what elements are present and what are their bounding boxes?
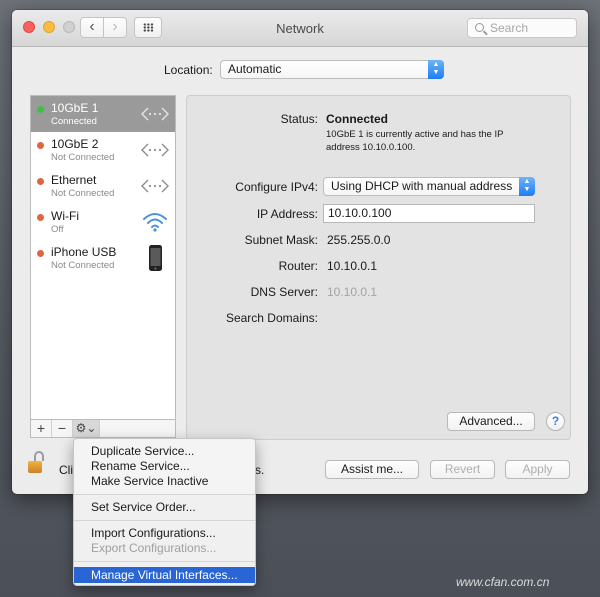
ethernet-arrows-icon [141,179,169,193]
menu-separator [74,494,255,495]
status-dot-not-connected [37,250,44,257]
revert-button[interactable]: Revert [430,460,495,479]
service-name: 10GbE 2 [51,137,99,151]
service-list[interactable]: 10GbE 1 Connected 10GbE 2 Not Connected … [30,95,176,420]
location-label: Location: [164,63,213,77]
title-bar: ‹ › Network Search [12,10,588,47]
ethernet-arrows-icon [141,107,169,121]
service-name: 10GbE 1 [51,101,99,115]
status-dot-off [37,214,44,221]
menu-item-set-service-order[interactable]: Set Service Order... [74,499,255,515]
service-name: iPhone USB [51,245,117,259]
ip-address-label: IP Address: [256,207,318,221]
status-dot-not-connected [37,178,44,185]
dns-server-value: 10.10.0.1 [327,285,378,299]
menu-item-rename-service[interactable]: Rename Service... [74,458,255,474]
status-value: Connected [326,112,389,126]
menu-item-make-service-inactive[interactable]: Make Service Inactive [74,473,255,489]
service-item-10gbe-1[interactable]: 10GbE 1 Connected [31,96,175,132]
service-item-10gbe-2[interactable]: 10GbE 2 Not Connected [31,132,175,168]
popup-arrows-icon: ▲ ▼ [428,60,444,79]
assist-me-button[interactable]: Assist me... [325,460,419,479]
menu-item-import-configurations[interactable]: Import Configurations... [74,525,255,541]
menu-item-duplicate-service[interactable]: Duplicate Service... [74,443,255,459]
service-status: Not Connected [51,188,115,199]
help-button[interactable]: ? [546,412,565,431]
gear-action-menu: Duplicate Service... Rename Service... M… [73,438,256,586]
remove-service-button[interactable]: − [52,420,73,437]
service-item-wifi[interactable]: Wi-Fi Off [31,204,175,240]
location-popup[interactable]: Automatic ▲ ▼ [220,60,444,79]
add-service-button[interactable]: + [31,420,52,437]
advanced-button[interactable]: Advanced... [447,412,535,431]
configure-ipv4-popup[interactable]: Using DHCP with manual address ▲ ▼ [323,177,535,196]
service-name: Wi-Fi [51,209,79,223]
configure-ipv4-label: Configure IPv4: [235,180,318,194]
lock-text: Cli [59,463,73,477]
service-status: Connected [51,116,97,127]
menu-item-manage-virtual-interfaces[interactable]: Manage Virtual Interfaces... [74,567,255,583]
router-label: Router: [278,259,318,273]
status-dot-connected [37,106,44,113]
service-status: Not Connected [51,260,115,271]
status-dot-not-connected [37,142,44,149]
dns-server-label: DNS Server: [250,285,318,299]
iphone-icon [149,245,162,271]
status-description-line-2: address 10.10.0.100. [326,141,416,153]
service-list-controls: + − ⚙⌄ [30,420,176,438]
search-icon [475,23,484,32]
service-status: Off [51,224,64,235]
apply-button[interactable]: Apply [505,460,570,479]
wifi-icon [143,213,167,232]
service-name: Ethernet [51,173,97,187]
status-label: Status: [280,112,318,126]
gear-menu-button[interactable]: ⚙⌄ [73,420,100,437]
status-description: 10GbE 1 is currently active and has the … [326,129,546,154]
gear-icon: ⚙⌄ [75,421,97,435]
location-value: Automatic [228,62,282,76]
subnet-mask-value: 255.255.0.0 [327,233,391,247]
search-field[interactable]: Search [467,18,577,38]
status-description-line-1: 10GbE 1 is currently active and has the … [326,129,504,140]
router-value: 10.10.0.1 [327,259,378,273]
network-preferences-window: ‹ › Network Search Location: Automatic ▲… [12,10,588,494]
search-domains-label: Search Domains: [225,311,318,325]
service-item-iphone-usb[interactable]: iPhone USB Not Connected [31,240,175,276]
search-placeholder: Search [490,21,529,35]
configure-ipv4-value: Using DHCP with manual address [331,179,513,193]
menu-item-export-configurations: Export Configurations... [91,541,217,555]
lock-icon[interactable] [28,451,46,475]
ip-address-field[interactable]: 10.10.0.100 [323,204,535,223]
lock-text-end: s. [255,463,265,477]
subnet-mask-label: Subnet Mask: [244,233,318,247]
service-item-ethernet[interactable]: Ethernet Not Connected [31,168,175,204]
ethernet-arrows-icon [141,143,169,157]
menu-separator [74,561,255,562]
watermark: www.cfan.com.cn [456,575,550,589]
service-status: Not Connected [51,152,115,163]
menu-separator [74,520,255,521]
popup-arrows-icon: ▲ ▼ [519,177,535,196]
